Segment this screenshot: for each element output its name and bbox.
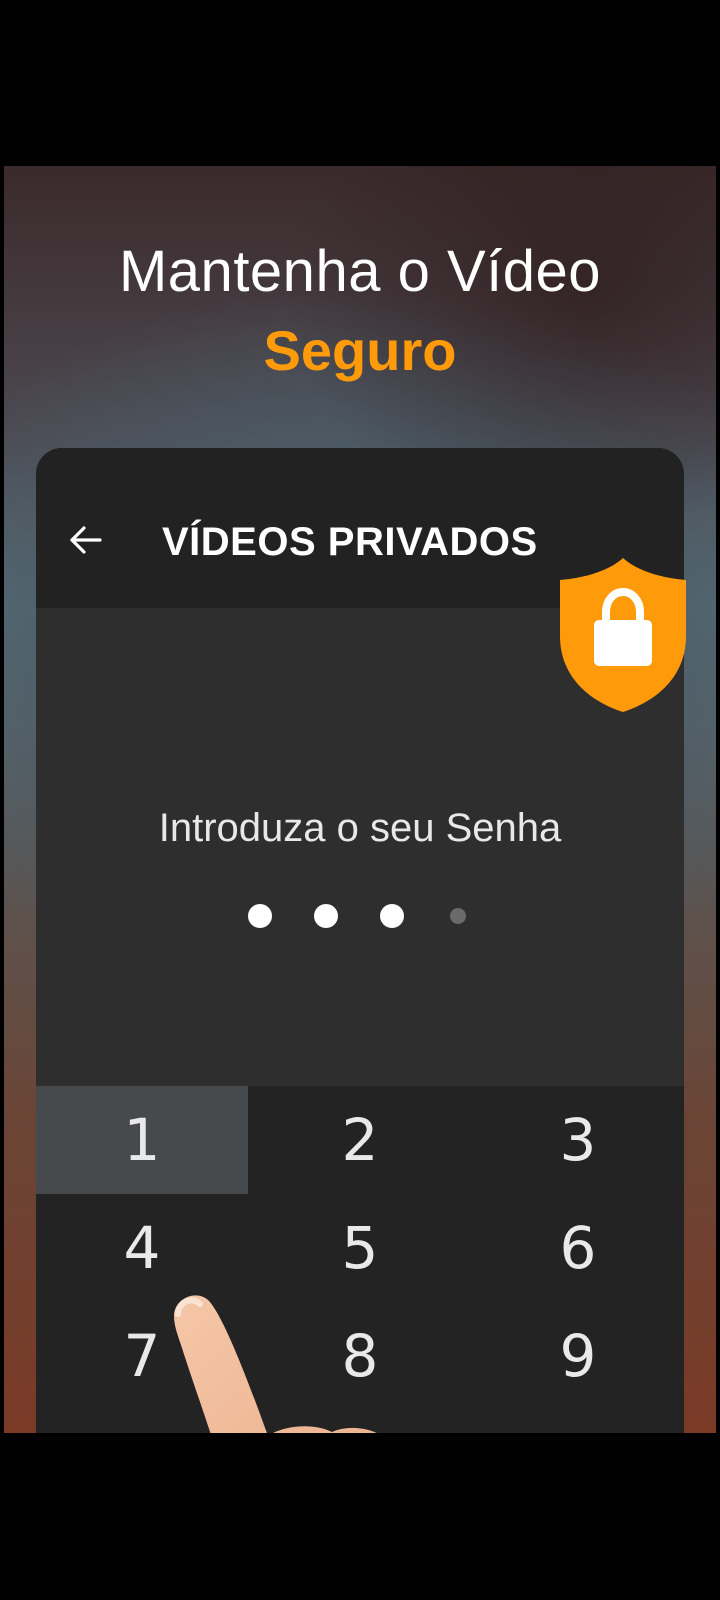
key-8[interactable]: 8 [254, 1302, 466, 1410]
key-6[interactable]: 6 [472, 1194, 684, 1302]
key-9[interactable]: 9 [472, 1302, 684, 1410]
pin-dot-filled [380, 904, 404, 928]
shield-lock-icon [560, 558, 686, 712]
promo-headline: Mantenha o Vídeo [118, 239, 602, 304]
key-2[interactable]: 2 [254, 1086, 466, 1194]
pin-dot-filled [314, 904, 338, 928]
page-title: VÍDEOS PRIVADOS [162, 520, 538, 564]
key-1[interactable]: 1 [36, 1086, 248, 1194]
promo-highlight: Seguro [263, 319, 457, 382]
key-5[interactable]: 5 [254, 1194, 466, 1302]
promo-banner: Mantenha o Vídeo Seguro VÍDEOS PRIVADOS … [4, 166, 716, 1433]
pin-dot-filled [248, 904, 272, 928]
passcode-prompt: Introduza o seu Senha [158, 806, 562, 850]
key-7[interactable]: 7 [36, 1302, 248, 1410]
key-3[interactable]: 3 [472, 1086, 684, 1194]
number-keypad: 1 2 3 4 5 6 7 8 9 [36, 1086, 684, 1433]
screen: Mantenha o Vídeo Seguro VÍDEOS PRIVADOS … [0, 0, 720, 1600]
key-4[interactable]: 4 [36, 1194, 248, 1302]
pin-dot-empty [450, 908, 466, 924]
pin-indicator [36, 904, 684, 934]
back-arrow-icon[interactable] [66, 520, 106, 560]
